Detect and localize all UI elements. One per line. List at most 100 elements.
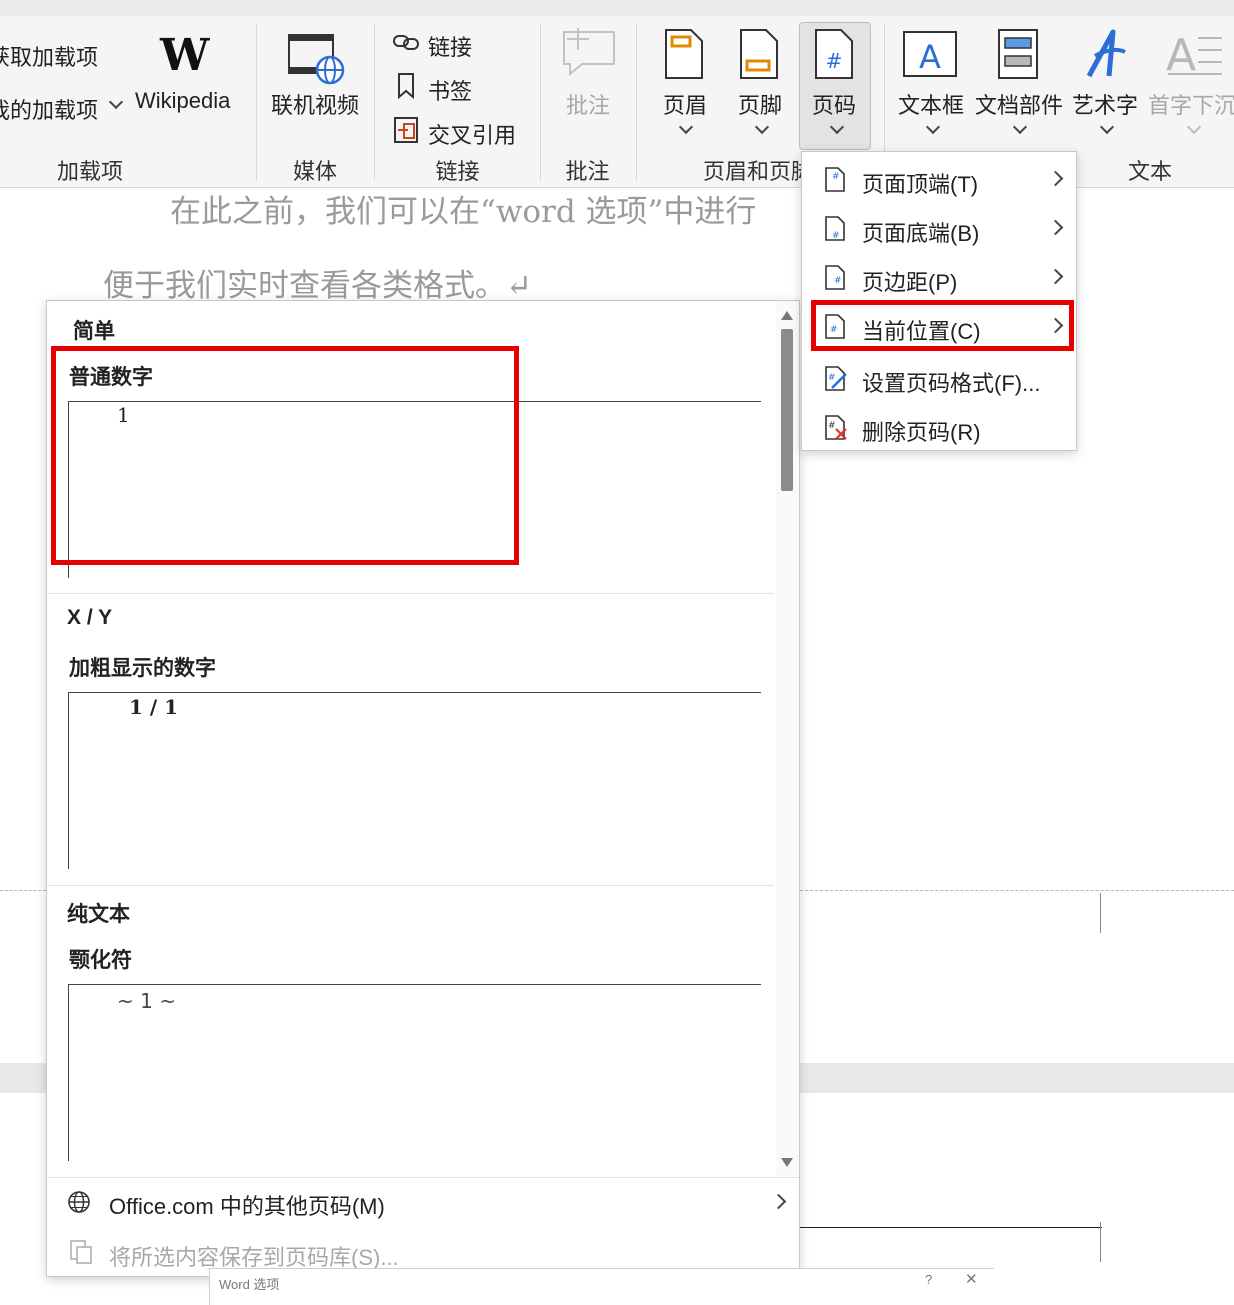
menu-item-format-page-numbers[interactable]: # 设置页码格式(F)... [802, 356, 1076, 402]
group-divider [374, 24, 375, 180]
comment-button[interactable]: 批注 [566, 88, 610, 120]
menu-item-label: 页面底端(B) [862, 221, 980, 246]
word-options-dialog [209, 1268, 994, 1305]
page-boundary-dashed [0, 890, 46, 891]
text-group-label: 文本 [1127, 159, 1172, 184]
svg-text:#: # [828, 373, 836, 383]
menu-item-label: 页边距(P) [862, 270, 958, 295]
page-number-icon[interactable]: # [814, 28, 854, 80]
gallery-section-heading: 简单 [73, 320, 115, 343]
bookmark-button[interactable]: 书签 [428, 74, 472, 106]
footer-icon[interactable] [739, 28, 779, 80]
gallery-item-title[interactable]: 加粗显示的数字 [69, 652, 216, 682]
header-chevron-icon[interactable] [678, 119, 694, 135]
gallery-scrollbar-thumb[interactable] [781, 329, 793, 491]
submenu-arrow-icon [1047, 268, 1064, 285]
gallery-preview-sample: ~ 1 ~ [117, 989, 176, 1013]
gallery-divider [47, 593, 774, 594]
gallery-footer-divider [47, 1177, 799, 1178]
page-margins-icon: # [825, 265, 845, 290]
online-video-icon[interactable] [288, 34, 346, 86]
more-page-numbers-office-link[interactable]: Office.com 中的其他页码(M) [109, 1189, 385, 1221]
svg-text:#: # [834, 276, 842, 286]
highlight-plain-number [51, 346, 519, 565]
menu-item-page-margins[interactable]: # 页边距(P) [802, 255, 1076, 301]
svg-text:#: # [828, 421, 836, 431]
page-number-button[interactable]: 页码 [812, 88, 856, 120]
save-to-gallery-icon [70, 1240, 92, 1264]
gallery-section-heading: X / Y [67, 606, 113, 629]
quick-parts-icon[interactable] [997, 28, 1039, 82]
header-footer-group-label: 页眉和页脚 [703, 159, 813, 184]
page-corner-mark [1100, 893, 1101, 933]
textbox-chevron-icon[interactable] [925, 119, 941, 135]
textbox-icon[interactable]: A [900, 28, 960, 80]
menu-item-bottom-of-page[interactable]: # 页面底端(B) [802, 206, 1076, 252]
quick-parts-button[interactable]: 文档部件 [975, 88, 1063, 120]
wordart-button[interactable]: 艺术字 [1072, 88, 1138, 120]
document-line-2: 便于我们实时查看各类格式。↵ [103, 268, 532, 304]
gallery-preview-sample: 1 / 1 [129, 695, 179, 719]
page-corner-mark [1100, 1222, 1101, 1262]
bookmark-icon[interactable] [396, 72, 416, 100]
gallery-item-title[interactable]: 颚化符 [69, 944, 132, 974]
format-page-numbers-icon: # [825, 366, 847, 391]
link-icon[interactable] [393, 32, 421, 52]
wikipedia-button[interactable]: Wikipedia [135, 88, 230, 114]
submenu-arrow-icon [1047, 170, 1064, 187]
header-icon[interactable] [664, 28, 704, 80]
scroll-up-arrow-icon[interactable] [781, 311, 793, 320]
drop-cap-icon[interactable]: A [1164, 28, 1224, 80]
comments-group-label: 批注 [565, 159, 610, 184]
dialog-title: Word 选项 [219, 1277, 280, 1292]
highlight-current-position [811, 300, 1074, 351]
new-comment-icon[interactable] [560, 26, 618, 78]
get-addins-button[interactable]: 获取加载项 [0, 40, 98, 72]
group-divider [636, 24, 637, 180]
svg-text:A: A [919, 38, 941, 76]
globe-icon [68, 1191, 90, 1213]
link-button[interactable]: 链接 [428, 30, 472, 62]
submenu-arrow-icon [1047, 219, 1064, 236]
submenu-arrow-icon [770, 1193, 787, 1210]
menu-item-label: 设置页码格式(F)... [862, 371, 1041, 396]
drop-cap-chevron-icon[interactable] [1186, 119, 1202, 135]
group-divider [256, 24, 257, 180]
online-video-button[interactable]: 联机视频 [271, 88, 359, 120]
page-footer-line [800, 1227, 1102, 1228]
gallery-section-heading: 纯文本 [67, 903, 130, 926]
menu-item-top-of-page[interactable]: # 页面顶端(T) [802, 157, 1076, 203]
footer-chevron-icon[interactable] [754, 119, 770, 135]
menu-item-remove-page-numbers[interactable]: # 删除页码(R) [802, 405, 1076, 451]
menu-item-label: 删除页码(R) [862, 420, 981, 445]
document-line-1: 在此之前，我们可以在“word 选项”中进行 [170, 194, 757, 230]
page-bottom-icon: # [825, 216, 845, 241]
svg-text:#: # [832, 172, 840, 182]
remove-page-numbers-icon: # [825, 415, 847, 440]
close-icon[interactable]: ✕ [965, 1270, 978, 1288]
my-addins-button[interactable]: 我的加载项 [0, 93, 98, 125]
page-boundary-dashed [800, 890, 1234, 891]
svg-text:#: # [832, 231, 840, 241]
cross-reference-button[interactable]: 交叉引用 [428, 118, 516, 150]
scroll-down-arrow-icon[interactable] [781, 1158, 793, 1167]
links-group-label: 链接 [435, 159, 480, 184]
menu-item-label: 页面顶端(T) [862, 172, 979, 197]
header-button[interactable]: 页眉 [663, 88, 707, 120]
wikipedia-w-icon[interactable]: W [160, 30, 209, 81]
svg-text:A: A [1166, 30, 1196, 80]
footer-button[interactable]: 页脚 [738, 88, 782, 120]
page-top-icon: # [825, 167, 845, 192]
media-group-label: 媒体 [292, 159, 337, 184]
wordart-icon[interactable] [1083, 26, 1129, 82]
quick-parts-chevron-icon[interactable] [1012, 119, 1028, 135]
help-icon[interactable]: ? [925, 1272, 932, 1287]
cross-reference-icon[interactable] [393, 116, 421, 144]
my-addins-chevron-icon[interactable] [108, 94, 124, 110]
drop-cap-button[interactable]: 首字下沉 [1148, 88, 1234, 120]
group-divider [540, 24, 541, 180]
title-strip [0, 0, 1234, 16]
textbox-button[interactable]: 文本框 [898, 88, 964, 120]
wordart-chevron-icon[interactable] [1099, 119, 1115, 135]
addins-group-label: 加载项 [56, 159, 123, 184]
